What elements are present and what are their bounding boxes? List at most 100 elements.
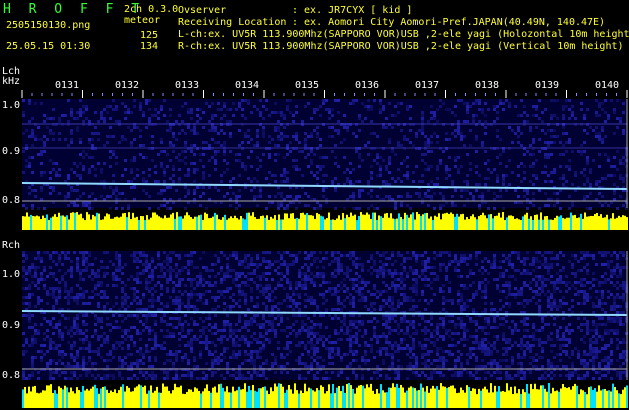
noise-cell <box>181 278 184 281</box>
noise-cell <box>499 323 502 326</box>
noise-cell <box>622 129 625 132</box>
noise-cell <box>286 326 289 329</box>
noise-cell <box>295 159 298 162</box>
noise-cell <box>40 278 43 281</box>
noise-cell <box>187 332 190 335</box>
level-bar <box>426 212 428 230</box>
noise-cell <box>43 344 46 347</box>
noise-cell <box>82 314 85 317</box>
noise-cell <box>451 344 454 347</box>
noise-cell <box>181 266 184 269</box>
noise-cell <box>268 323 271 326</box>
level-bar <box>332 219 334 230</box>
noise-cell <box>508 257 511 260</box>
noise-cell <box>595 323 598 326</box>
noise-cell <box>463 326 466 329</box>
noise-cell <box>370 344 373 347</box>
noise-cell <box>592 320 595 323</box>
noise-cell <box>178 302 181 305</box>
noise-cell <box>34 338 37 341</box>
noise-cell <box>367 344 370 347</box>
noise-cell <box>295 138 298 141</box>
noise-cell <box>196 365 199 368</box>
noise-cell <box>274 335 277 338</box>
noise-cell <box>217 329 220 332</box>
noise-cell <box>76 284 79 287</box>
level-bar <box>30 214 32 230</box>
noise-cell <box>73 117 76 120</box>
noise-cell <box>205 207 208 210</box>
noise-cell <box>127 329 130 332</box>
noise-cell <box>235 356 238 359</box>
noise-cell <box>505 350 508 353</box>
noise-cell <box>40 102 43 105</box>
noise-cell <box>22 287 25 290</box>
noise-cell <box>112 278 115 281</box>
noise-cell <box>22 314 25 317</box>
noise-cell <box>151 278 154 281</box>
noise-cell <box>496 350 499 353</box>
noise-cell <box>562 117 565 120</box>
noise-cell <box>166 305 169 308</box>
noise-cell <box>223 326 226 329</box>
noise-cell <box>406 275 409 278</box>
noise-cell <box>502 180 505 183</box>
noise-cell <box>547 302 550 305</box>
noise-cell <box>217 141 220 144</box>
noise-cell <box>427 138 430 141</box>
noise-cell <box>424 168 427 171</box>
noise-cell <box>286 207 289 210</box>
noise-cell <box>538 329 541 332</box>
level-bar <box>246 212 248 230</box>
noise-cell <box>568 260 571 263</box>
noise-cell <box>541 287 544 290</box>
noise-cell <box>64 251 67 254</box>
noise-cell <box>388 287 391 290</box>
noise-cell <box>409 266 412 269</box>
noise-cell <box>484 287 487 290</box>
noise-cell <box>496 326 499 329</box>
noise-cell <box>610 275 613 278</box>
noise-cell <box>601 108 604 111</box>
noise-cell <box>85 257 88 260</box>
noise-cell <box>367 192 370 195</box>
noise-cell <box>244 117 247 120</box>
noise-cell <box>472 120 475 123</box>
noise-cell <box>133 296 136 299</box>
noise-cell <box>220 293 223 296</box>
noise-cell <box>52 162 55 165</box>
noise-cell <box>331 362 334 365</box>
noise-cell <box>124 332 127 335</box>
noise-cell <box>592 329 595 332</box>
level-bar <box>542 219 544 230</box>
noise-cell <box>265 290 268 293</box>
level-bar <box>208 218 210 230</box>
noise-cell <box>463 120 466 123</box>
noise-cell <box>91 350 94 353</box>
noise-cell <box>133 314 136 317</box>
noise-cell <box>379 254 382 257</box>
noise-cell <box>295 281 298 284</box>
noise-cell <box>421 254 424 257</box>
level-bar <box>510 215 512 230</box>
noise-cell <box>604 347 607 350</box>
noise-cell <box>526 317 529 320</box>
noise-cell <box>343 332 346 335</box>
noise-cell <box>427 320 430 323</box>
noise-cell <box>49 254 52 257</box>
noise-cell <box>613 302 616 305</box>
noise-cell <box>541 326 544 329</box>
noise-cell <box>520 362 523 365</box>
noise-cell <box>130 171 133 174</box>
noise-cell <box>178 344 181 347</box>
level-bar <box>116 216 118 230</box>
noise-cell <box>100 111 103 114</box>
noise-cell <box>277 135 280 138</box>
noise-cell <box>487 332 490 335</box>
noise-cell <box>529 299 532 302</box>
noise-cell <box>115 326 118 329</box>
noise-cell <box>142 111 145 114</box>
noise-cell <box>352 287 355 290</box>
noise-cell <box>322 102 325 105</box>
noise-cell <box>505 296 508 299</box>
